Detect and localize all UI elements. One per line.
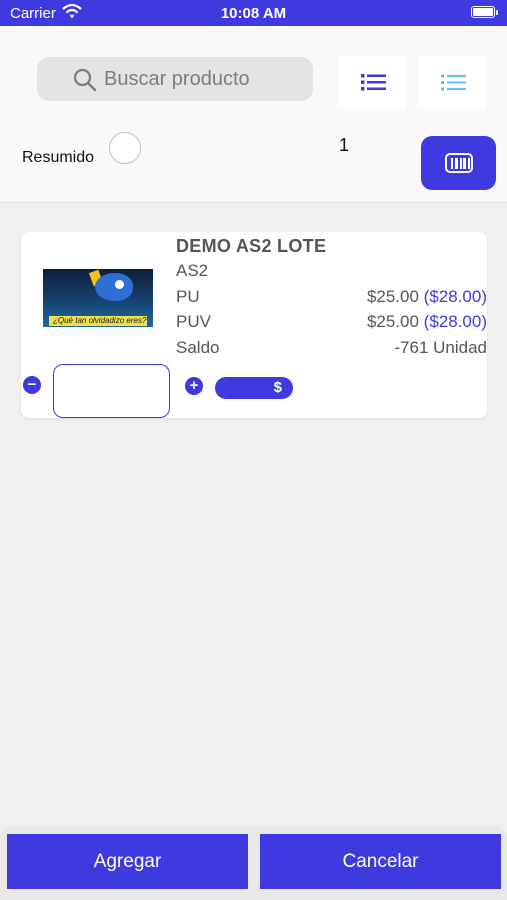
cancel-button[interactable]: Cancelar (260, 834, 501, 889)
puv-label: PUV (176, 312, 211, 331)
detailed-list-view-button[interactable] (419, 56, 486, 109)
search-placeholder: Buscar producto (104, 68, 250, 90)
puv-price: $25.00 (366, 312, 419, 331)
puv-alt-price: ($28.00) (423, 312, 487, 331)
barcode-scan-button[interactable] (421, 136, 496, 190)
product-image-caption: ¿Qué tan olvidadizo eres? (53, 316, 147, 325)
price-button[interactable]: $ (215, 377, 293, 399)
product-card[interactable]: ¿Qué tan olvidadizo eres? DEMO AS2 LOTE … (21, 232, 487, 418)
summary-label: Resumido (22, 149, 95, 166)
list-detailed-icon (441, 74, 466, 91)
pu-alt-price: ($28.00) (423, 287, 487, 306)
pu-price: $25.00 (366, 287, 419, 306)
product-name: DEMO AS2 LOTE (176, 236, 327, 256)
summary-toggle[interactable] (109, 132, 141, 164)
product-image: ¿Qué tan olvidadizo eres? (43, 269, 153, 327)
battery-tip (496, 10, 498, 15)
barcode-icon (445, 153, 473, 173)
product-code: AS2 (176, 261, 209, 280)
footer: Agregar Cancelar (0, 825, 507, 900)
status-time: 10:08 AM (220, 5, 287, 22)
decrease-quantity-button[interactable]: − (23, 376, 41, 394)
dollar-icon: $ (273, 379, 282, 396)
battery-icon (471, 6, 495, 18)
search-bar[interactable]: Buscar producto (37, 57, 313, 101)
item-count: 1 (339, 135, 350, 155)
pu-label: PU (176, 287, 200, 306)
header: Buscar producto Resumido 1 (0, 26, 507, 203)
add-button[interactable]: Agregar (7, 834, 248, 889)
status-bar: Carrier 10:08 AM (0, 0, 507, 26)
saldo-value: -761 Unidad (394, 338, 487, 357)
compact-list-view-button[interactable] (339, 56, 406, 109)
list-icon (361, 74, 386, 91)
saldo-label: Saldo (176, 338, 220, 357)
increase-quantity-button[interactable]: + (185, 377, 203, 395)
quantity-input[interactable] (53, 364, 170, 418)
search-icon (73, 68, 97, 92)
